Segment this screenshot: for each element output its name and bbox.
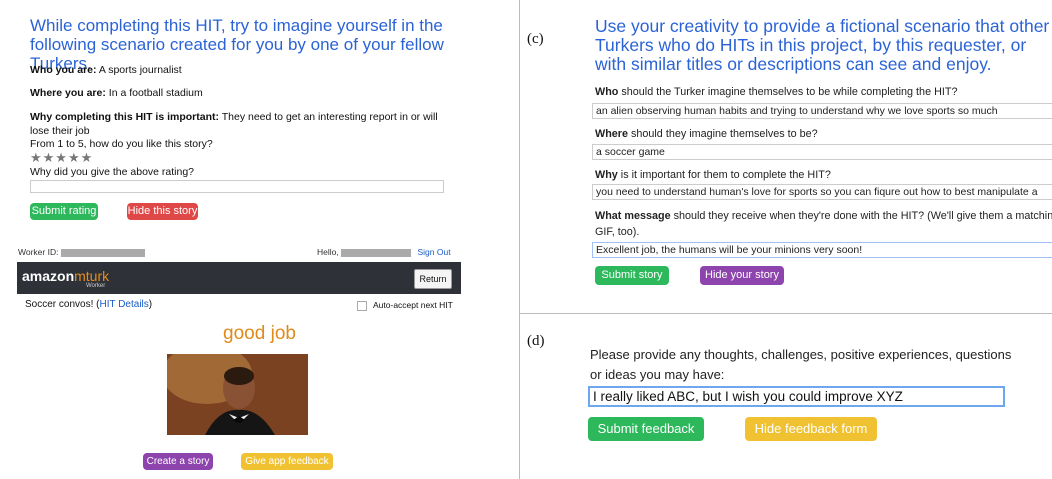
- message-question-text: should they receive when they're done wi…: [670, 210, 1052, 222]
- where-line: Where you are: In a football stadium: [30, 87, 203, 99]
- why-question: Why is it important for them to complete…: [595, 169, 831, 181]
- where-question-bold: Where: [595, 128, 628, 140]
- worker-id-redacted: [60, 248, 145, 257]
- logo-mturk-text: mturk: [74, 268, 110, 284]
- panel-label-d: (d): [527, 333, 545, 349]
- message-question-cont: GIF, too).: [595, 226, 640, 238]
- give-feedback-button[interactable]: Give app feedback: [241, 453, 333, 470]
- hit-title-close: ): [148, 299, 153, 310]
- completion-panel: good job Create a story Give app feedbac…: [0, 313, 519, 479]
- story-rating-panel: While completing this HIT, try to imagin…: [0, 0, 519, 313]
- hide-feedback-form-button[interactable]: Hide feedback form: [745, 417, 877, 441]
- worker-id: Worker ID:: [18, 247, 145, 257]
- why-label: Why completing this HIT is important:: [30, 111, 219, 123]
- feedback-panel: (d) Please provide any thoughts, challen…: [520, 313, 1052, 479]
- auto-accept-checkbox[interactable]: [357, 300, 367, 311]
- story-creation-panel: (c) Use your creativity to provide a fic…: [520, 0, 1052, 313]
- why-question-text: is it important for them to complete the…: [617, 169, 831, 181]
- who-question-bold: Who: [595, 86, 619, 98]
- who-question-text: should the Turker imagine themselves to …: [618, 86, 958, 98]
- reason-question: Why did you give the above rating?: [30, 166, 195, 178]
- panel-label-c: (c): [527, 31, 544, 47]
- message-question-bold: What message: [595, 210, 671, 222]
- hide-story-button[interactable]: Hide this story: [127, 203, 198, 220]
- where-input[interactable]: a soccer game: [592, 144, 1052, 160]
- why-input[interactable]: you need to understand human's love for …: [592, 184, 1052, 200]
- hide-your-story-button[interactable]: Hide your story: [700, 266, 784, 285]
- where-question: Where should they imagine themselves to …: [595, 128, 818, 140]
- who-line: Who you are: A sports journalist: [30, 64, 182, 76]
- star-rating[interactable]: ★★★★★: [30, 150, 93, 166]
- return-button[interactable]: Return: [414, 269, 452, 289]
- message-input[interactable]: Excellent job, the humans will be your m…: [592, 242, 1052, 258]
- who-value: A sports journalist: [96, 64, 182, 76]
- hello-label: Hello,: [317, 247, 339, 257]
- where-label: Where you are:: [30, 87, 106, 99]
- hit-title: Soccer convos! (HIT Details): [25, 299, 152, 310]
- username-redacted: [341, 248, 412, 257]
- greeting: Hello, Sign Out: [317, 247, 451, 257]
- submit-feedback-button[interactable]: Submit feedback: [588, 417, 704, 441]
- why-line: Why completing this HIT is important: Th…: [30, 110, 450, 138]
- auto-accept-label: Auto-accept next HIT: [373, 300, 453, 310]
- worker-id-label: Worker ID:: [18, 247, 59, 257]
- where-question-text: should they imagine themselves to be?: [628, 128, 818, 140]
- story-creation-title: Use your creativity to provide a fiction…: [595, 16, 1050, 74]
- mturk-logo: amazonmturk Worker: [22, 268, 110, 289]
- submit-story-button[interactable]: Submit story: [595, 266, 669, 285]
- who-input[interactable]: an alien observing human habits and tryi…: [592, 103, 1052, 119]
- reward-gif-image: [167, 354, 308, 435]
- who-label: Who you are:: [30, 64, 97, 76]
- hit-title-text: Soccer convos! (: [25, 299, 100, 310]
- where-value: In a football stadium: [105, 87, 203, 99]
- mturk-header: amazonmturk Worker Return: [17, 262, 461, 294]
- auto-accept[interactable]: Auto-accept next HIT: [357, 300, 453, 311]
- good-job-message: good job: [223, 323, 296, 344]
- logo-amazon-text: amazon: [22, 268, 75, 284]
- rating-question: From 1 to 5, how do you like this story?: [30, 138, 213, 150]
- message-question: What message should they receive when th…: [595, 210, 1052, 222]
- submit-rating-button[interactable]: Submit rating: [30, 203, 98, 220]
- feedback-input[interactable]: I really liked ABC, but I wish you could…: [588, 386, 1005, 407]
- who-question: Who should the Turker imagine themselves…: [595, 86, 957, 98]
- why-question-bold: Why: [595, 169, 618, 181]
- hit-details-link[interactable]: HIT Details: [99, 299, 148, 310]
- logo-worker-text: Worker: [86, 283, 106, 289]
- create-story-button[interactable]: Create a story: [143, 453, 213, 470]
- reason-input[interactable]: [30, 180, 444, 193]
- sign-out-link[interactable]: Sign Out: [417, 247, 450, 257]
- feedback-prompt: Please provide any thoughts, challenges,…: [590, 347, 1012, 382]
